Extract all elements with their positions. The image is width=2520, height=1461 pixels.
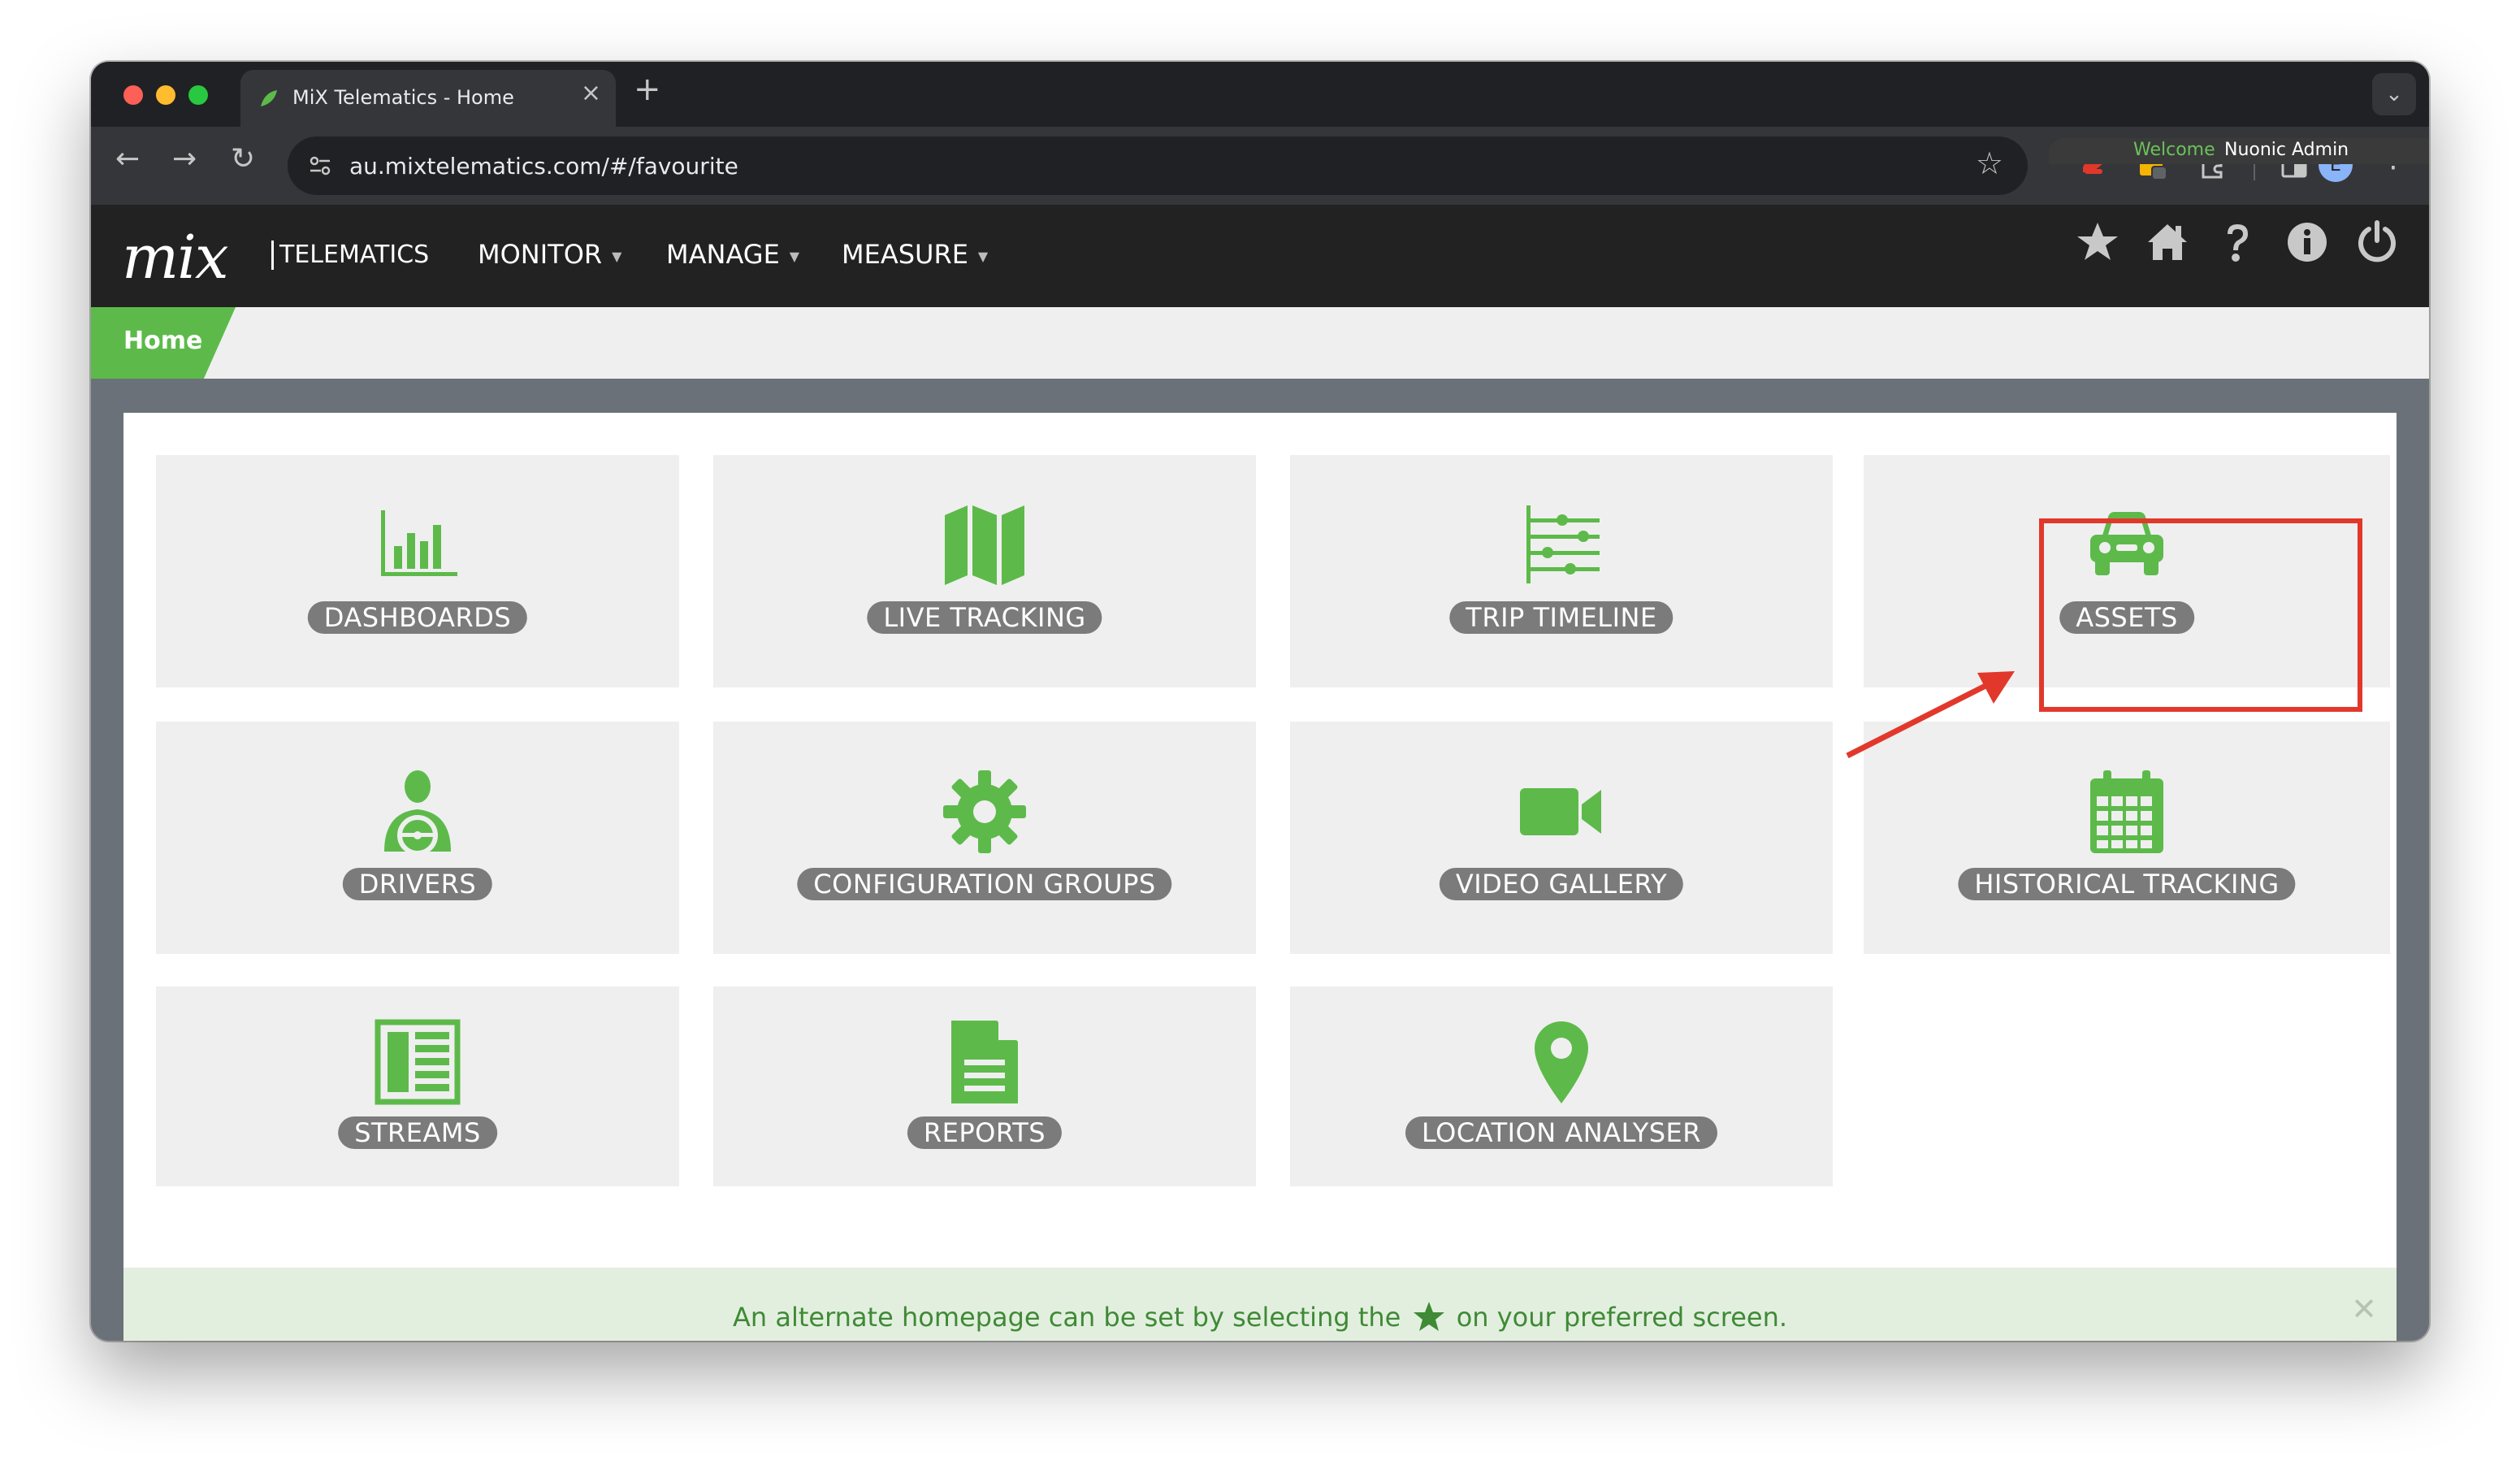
- caret-down-icon: ▼: [612, 248, 622, 264]
- notice-text-after: on your preferred screen.: [1456, 1302, 1788, 1333]
- nav-manage[interactable]: MANAGE ▼: [666, 239, 799, 270]
- bookmark-star-icon[interactable]: ☆: [1976, 148, 2003, 179]
- breadcrumb-home-label[interactable]: Home: [123, 327, 202, 355]
- home-icon[interactable]: [2145, 219, 2190, 265]
- tile-configuration-groups[interactable]: CONFIGURATION GROUPS: [713, 722, 1256, 954]
- leaf-icon: [261, 90, 277, 106]
- notice-close-icon[interactable]: ✕: [2351, 1294, 2377, 1324]
- new-tab-button[interactable]: +: [634, 73, 661, 106]
- video-camera-icon: [1520, 788, 1601, 835]
- help-icon[interactable]: [2215, 219, 2260, 265]
- homepage-notice: An alternate homepage can be set by sele…: [123, 1268, 2397, 1341]
- tab-title: MiX Telematics - Home: [292, 86, 514, 109]
- tile-label: REPORTS: [907, 1116, 1063, 1149]
- reload-button[interactable]: ↻: [231, 145, 255, 174]
- app-header: mix TELEMATICS MONITOR ▼ MANAGE ▼ MEASURE ▼: [91, 205, 2429, 307]
- tile-trip-timeline[interactable]: TRIP TIMELINE: [1290, 455, 1833, 687]
- gear-icon: [943, 770, 1026, 853]
- tab-strip: MiX Telematics - Home × + ⌄: [91, 62, 2429, 127]
- info-icon[interactable]: [2284, 219, 2330, 265]
- logo-telematics-text: TELEMATICS: [279, 241, 430, 269]
- streams-icon: [375, 1019, 461, 1105]
- tile-label: DASHBOARDS: [307, 601, 528, 634]
- welcome-user-name[interactable]: Nuonic Admin: [2224, 140, 2349, 160]
- annotation-arrow-icon: [1846, 671, 2015, 759]
- tile-label: LIVE TRACKING: [867, 601, 1102, 634]
- logo-separator: [271, 241, 274, 270]
- bar-chart-icon: [381, 510, 457, 576]
- calendar-icon: [2090, 770, 2163, 853]
- star-icon: [1413, 1302, 1444, 1331]
- tile-label: DRIVERS: [342, 868, 493, 900]
- favourite-star-icon[interactable]: [2075, 219, 2120, 265]
- browser-tab[interactable]: MiX Telematics - Home ×: [240, 70, 616, 127]
- map-pin-icon: [1535, 1021, 1588, 1103]
- maximize-window-button[interactable]: [188, 85, 208, 105]
- tab-list-button[interactable]: ⌄: [2372, 73, 2416, 115]
- notice-text: An alternate homepage can be set by sele…: [123, 1300, 2397, 1333]
- close-window-button[interactable]: [123, 85, 143, 105]
- caret-down-icon: ▼: [789, 248, 800, 264]
- tile-streams[interactable]: STREAMS: [156, 986, 679, 1186]
- breadcrumb: Home: [91, 307, 2429, 379]
- document-icon: [951, 1021, 1018, 1103]
- tile-label: CONFIGURATION GROUPS: [797, 868, 1172, 900]
- nav-manage-label: MANAGE: [666, 239, 780, 270]
- tile-reports[interactable]: REPORTS: [713, 986, 1256, 1186]
- tile-live-tracking[interactable]: LIVE TRACKING: [713, 455, 1256, 687]
- minimize-window-button[interactable]: [156, 85, 175, 105]
- browser-window: MiX Telematics - Home × + ⌄ ← → ↻ au.mix…: [91, 62, 2429, 1341]
- caret-down-icon: ▼: [977, 248, 989, 264]
- tile-drivers[interactable]: DRIVERS: [156, 722, 679, 954]
- notice-text-before: An alternate homepage can be set by sele…: [732, 1302, 1401, 1333]
- power-icon[interactable]: [2354, 219, 2400, 265]
- timeline-icon: [1526, 505, 1600, 583]
- driver-icon: [384, 770, 451, 856]
- mix-logo[interactable]: mix: [122, 223, 229, 293]
- tile-label: VIDEO GALLERY: [1439, 868, 1684, 900]
- nav-measure-label: MEASURE: [842, 239, 968, 270]
- address-bar[interactable]: au.mixtelematics.com/#/favourite ☆: [288, 137, 2028, 195]
- tab-close-icon[interactable]: ×: [581, 81, 601, 106]
- tile-label: STREAMS: [338, 1116, 497, 1149]
- tile-label: LOCATION ANALYSER: [1405, 1116, 1718, 1149]
- tile-label: TRIP TIMELINE: [1449, 601, 1674, 634]
- site-settings-icon[interactable]: [307, 153, 333, 179]
- nav-monitor-label: MONITOR: [478, 239, 603, 270]
- tile-label: HISTORICAL TRACKING: [1958, 868, 2296, 900]
- nav-monitor[interactable]: MONITOR ▼: [478, 239, 621, 270]
- back-button[interactable]: ←: [115, 145, 140, 174]
- map-icon: [945, 505, 1024, 585]
- url-text[interactable]: au.mixtelematics.com/#/favourite: [349, 153, 738, 180]
- nav-measure[interactable]: MEASURE ▼: [842, 239, 988, 270]
- welcome-label: Welcome: [2133, 140, 2215, 160]
- assets-highlight-box: [2039, 518, 2362, 712]
- tile-video-gallery[interactable]: VIDEO GALLERY: [1290, 722, 1833, 954]
- tile-location-analyser[interactable]: LOCATION ANALYSER: [1290, 986, 1833, 1186]
- tile-dashboards[interactable]: DASHBOARDS: [156, 455, 679, 687]
- forward-button[interactable]: →: [172, 145, 197, 174]
